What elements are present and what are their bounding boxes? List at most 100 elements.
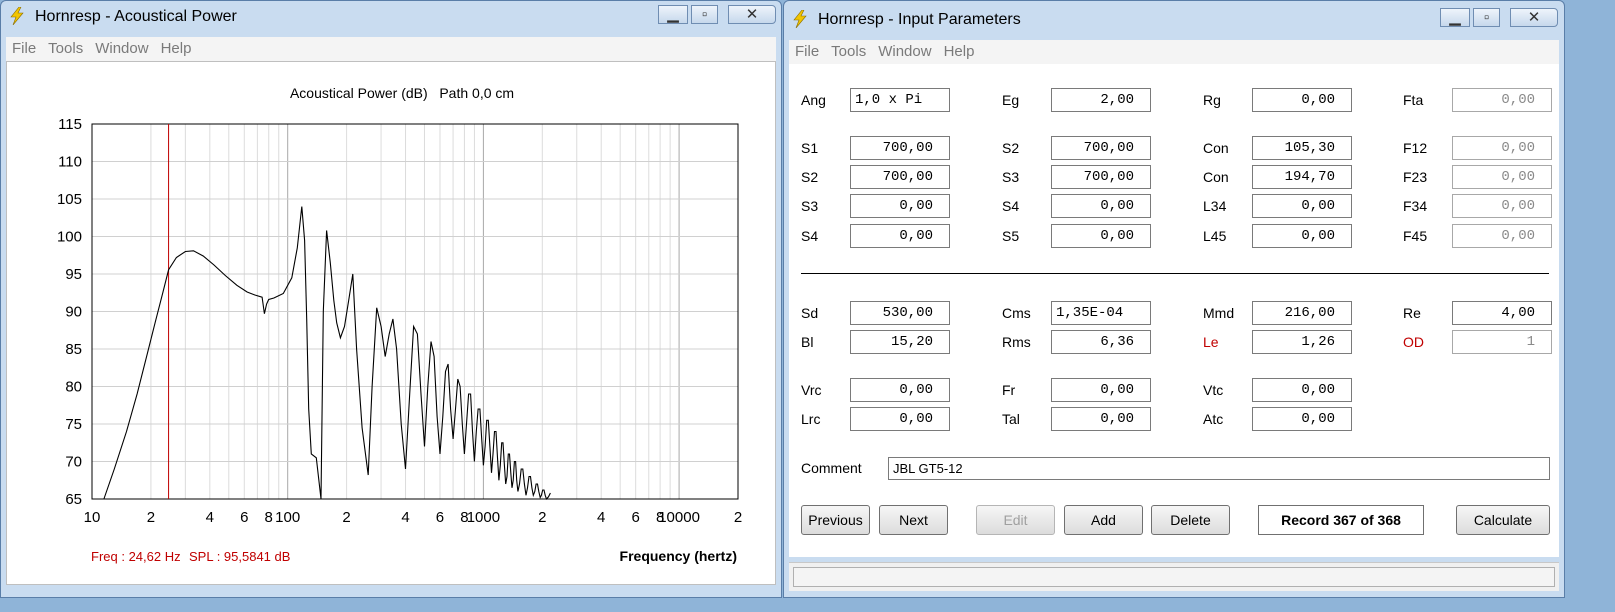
x-tick-label: 10000 [658, 509, 700, 526]
calculate-button[interactable]: Calculate [1456, 505, 1550, 535]
title-bar[interactable]: Hornresp - Input Parameters ▁ ▫ ✕ [784, 4, 1564, 34]
s4-field[interactable]: 0,00 [1051, 194, 1151, 218]
chart-title: Acoustical Power (dB) Path 0,0 cm [290, 85, 514, 101]
menu-bar: File Tools Window Help [789, 40, 1559, 65]
mmd-field[interactable]: 216,00 [1252, 301, 1352, 325]
s3-field[interactable]: 0,00 [850, 194, 950, 218]
label-rg: Rg [1203, 92, 1221, 108]
minimize-icon: ▁ [1449, 9, 1461, 26]
label-s3: S3 [1002, 169, 1020, 185]
le-field[interactable]: 1,26 [1252, 330, 1352, 354]
label-lrc: Lrc [801, 411, 821, 427]
menu-help[interactable]: Help [155, 37, 198, 61]
lrc-field[interactable]: 0,00 [850, 407, 950, 431]
s2-field[interactable]: 700,00 [850, 165, 950, 189]
label-s5: S5 [1002, 228, 1020, 244]
label-f34: F34 [1403, 198, 1428, 214]
section-divider [801, 273, 1549, 274]
l34-field[interactable]: 0,00 [1252, 194, 1352, 218]
input-parameters-window: Hornresp - Input Parameters ▁ ▫ ✕ File To… [783, 0, 1565, 598]
delete-button[interactable]: Delete [1151, 505, 1230, 535]
l45-field[interactable]: 0,00 [1252, 224, 1352, 248]
menu-help[interactable]: Help [938, 40, 981, 64]
label-rms: Rms [1002, 334, 1031, 350]
y-tick-label: 110 [58, 154, 82, 171]
con-2-field[interactable]: 194,70 [1252, 165, 1352, 189]
comment-field[interactable]: JBL GT5-12 [888, 457, 1550, 480]
label-l34: L34 [1203, 198, 1227, 214]
minimize-button[interactable]: ▁ [1440, 8, 1470, 27]
maximize-button[interactable]: ▫ [1473, 8, 1500, 27]
vtc-field[interactable]: 0,00 [1252, 378, 1352, 402]
label-re: Re [1403, 305, 1421, 321]
edit-button: Edit [976, 505, 1055, 535]
y-tick-label: 75 [65, 416, 82, 433]
acoustical-power-chart[interactable]: Acoustical Power (dB) Path 0,0 cm 115 110… [7, 62, 777, 586]
minimize-button[interactable]: ▁ [658, 5, 688, 24]
window-title: Hornresp - Acoustical Power [35, 8, 237, 25]
bl-field[interactable]: 15,20 [850, 330, 950, 354]
s2-field[interactable]: 700,00 [1051, 136, 1151, 160]
menu-window[interactable]: Window [89, 37, 154, 61]
sd-field[interactable]: 530,00 [850, 301, 950, 325]
f12-field: 0,00 [1452, 136, 1552, 160]
rms-field[interactable]: 6,36 [1051, 330, 1151, 354]
close-button[interactable]: ✕ [728, 5, 776, 24]
label-l45: L45 [1203, 228, 1227, 244]
next-button[interactable]: Next [879, 505, 948, 535]
y-tick-label: 90 [65, 304, 82, 321]
previous-button[interactable]: Previous [801, 505, 870, 535]
label-eg: Eg [1002, 92, 1020, 108]
menu-file[interactable]: File [6, 37, 42, 61]
label-s2: S2 [1002, 140, 1020, 156]
f45-field: 0,00 [1452, 224, 1552, 248]
label-fr: Fr [1002, 382, 1016, 398]
s1-field[interactable]: 700,00 [850, 136, 950, 160]
label-ang: Ang [801, 92, 826, 108]
cms-field[interactable]: 1,35E-04 [1051, 301, 1151, 325]
ang-field[interactable]: 1,0 x Pi [850, 88, 950, 112]
y-tick-label: 80 [65, 379, 82, 396]
label-f23: F23 [1403, 169, 1428, 185]
con-1-field[interactable]: 105,30 [1252, 136, 1352, 160]
close-button[interactable]: ✕ [1510, 8, 1558, 27]
fr-field[interactable]: 0,00 [1051, 378, 1151, 402]
close-icon: ✕ [745, 6, 759, 23]
menu-window[interactable]: Window [872, 40, 937, 64]
add-button[interactable]: Add [1064, 505, 1143, 535]
y-tick-label: 105 [57, 191, 82, 208]
x-tick-label: 6 [436, 509, 444, 526]
label-s4: S4 [801, 228, 819, 244]
menu-bar: File Tools Window Help [6, 37, 776, 62]
label-sd: Sd [801, 305, 819, 321]
od-field[interactable]: 1 [1452, 330, 1552, 354]
atc-field[interactable]: 0,00 [1252, 407, 1352, 431]
maximize-icon: ▫ [701, 6, 708, 23]
x-tick-label: 2 [538, 509, 546, 526]
label-f45: F45 [1403, 228, 1428, 244]
title-bar[interactable]: Hornresp - Acoustical Power ▁ ▫ ✕ [1, 1, 781, 31]
menu-tools[interactable]: Tools [825, 40, 872, 64]
re-field[interactable]: 4,00 [1452, 301, 1552, 325]
maximize-button[interactable]: ▫ [691, 5, 718, 24]
freq-readout: Freq : 24,62 Hz [91, 549, 181, 564]
label-atc: Atc [1203, 411, 1224, 427]
menu-tools[interactable]: Tools [42, 37, 89, 61]
y-tick-label: 115 [58, 116, 82, 133]
eg-field[interactable]: 2,00 [1051, 88, 1151, 112]
menu-file[interactable]: File [789, 40, 825, 64]
s3-field[interactable]: 700,00 [1051, 165, 1151, 189]
x-axis-label: Frequency (hertz) [620, 548, 737, 564]
x-tick-label: 2 [734, 509, 742, 526]
label-f12: F12 [1403, 140, 1428, 156]
f34-field: 0,00 [1452, 194, 1552, 218]
rg-field[interactable]: 0,00 [1252, 88, 1352, 112]
tal-field[interactable]: 0,00 [1051, 407, 1151, 431]
s4-field[interactable]: 0,00 [850, 224, 950, 248]
x-tick-label: 6 [632, 509, 640, 526]
vrc-field[interactable]: 0,00 [850, 378, 950, 402]
s5-field[interactable]: 0,00 [1051, 224, 1151, 248]
label-vtc: Vtc [1203, 382, 1224, 398]
x-tick-label: 4 [206, 509, 214, 526]
y-tick-label: 65 [65, 491, 82, 508]
